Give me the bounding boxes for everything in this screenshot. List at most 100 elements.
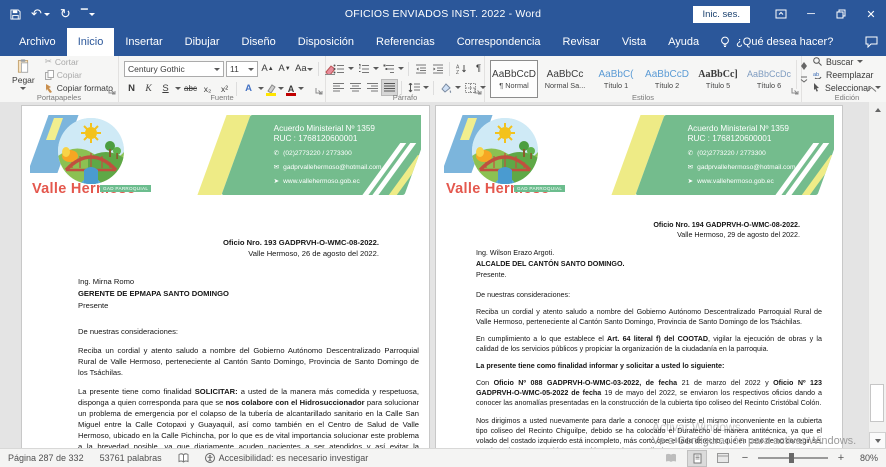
styles-dialog-launcher[interactable] [791, 82, 799, 100]
oficio-date[interactable]: Valle Hermoso, 26 de agosto del 2022. [78, 248, 379, 259]
collapse-ribbon-button[interactable] [866, 80, 877, 98]
tab-disposicion[interactable]: Disposición [287, 28, 365, 56]
chevron-down-icon [248, 68, 254, 71]
scroll-down-arrow[interactable] [869, 432, 886, 449]
read-mode-button[interactable] [662, 451, 680, 466]
font-size-combobox[interactable]: 11 [226, 61, 258, 77]
print-layout-button[interactable] [688, 451, 706, 466]
close-button[interactable]: ✕ [856, 0, 886, 28]
scroll-up-arrow[interactable] [869, 102, 886, 117]
tab-insertar[interactable]: Insertar [114, 28, 173, 56]
addressee-title[interactable]: GERENTE DE EPMAPA SANTO DOMINGO [78, 288, 419, 300]
tab-referencias[interactable]: Referencias [365, 28, 446, 56]
save-icon[interactable] [10, 9, 21, 20]
paragraph[interactable]: Con Oficio Nº 088 GADPRVH-O-WMC-03-2022,… [476, 378, 822, 408]
zoom-level[interactable]: 80% [854, 453, 878, 463]
title-bar: ↶ ↻ ▔ OFICIOS ENVIADOS INST. 2022 - Word… [0, 0, 886, 28]
increase-indent-button[interactable] [430, 61, 445, 76]
grow-font-button[interactable]: A▲ [260, 62, 275, 77]
addressee-title[interactable]: ALCALDE DEL CANTÓN SANTO DOMINGO. [476, 259, 822, 270]
accessibility-status[interactable]: Accesibilidad: es necesario investigar [205, 453, 369, 463]
customize-qat-button[interactable]: ▔ [81, 9, 95, 20]
tab-vista[interactable]: Vista [611, 28, 657, 56]
paragraph-dialog-launcher[interactable] [474, 82, 482, 100]
page-count[interactable]: Página 287 de 332 [8, 453, 84, 463]
paragraph[interactable]: En cumplimiento a lo que establece el Ar… [476, 334, 822, 354]
find-button[interactable]: Buscar [813, 57, 881, 67]
web-layout-button[interactable] [714, 451, 732, 466]
cursor-icon [813, 83, 821, 92]
sort-button[interactable]: AZ [454, 61, 469, 76]
restore-button[interactable] [826, 0, 856, 28]
redo-button[interactable]: ↻ [60, 6, 71, 22]
share-comment-icon[interactable] [865, 28, 878, 56]
letter-body[interactable]: Oficio Nro. 194 GADPRVH-O-WMC-08-2022. V… [476, 220, 822, 449]
oficio-date[interactable]: Valle Hermoso, 29 de agosto del 2022. [476, 230, 800, 240]
tab-ayuda[interactable]: Ayuda [657, 28, 710, 56]
tab-correspondencia[interactable]: Correspondencia [446, 28, 552, 56]
proofing-icon[interactable] [178, 453, 189, 463]
underline-dropdown-icon[interactable] [175, 87, 181, 90]
change-case-button[interactable]: Aa [294, 62, 314, 77]
zoom-in-button[interactable]: + [836, 452, 846, 464]
addressee-name[interactable]: Ing. Mirna Romo [78, 276, 419, 288]
undo-dropdown-icon[interactable] [44, 13, 50, 16]
replace-button[interactable]: ab Reemplazar [813, 70, 881, 80]
page-287[interactable]: Valle Hermoso GAD PARROQUIAL Acuerdo Min… [22, 106, 429, 449]
brand-subtitle: GAD PARROQUIAL [514, 185, 565, 192]
undo-button[interactable]: ↶ [31, 6, 50, 22]
paragraph[interactable]: Reciba un cordial y atento saludo a nomb… [78, 345, 419, 378]
sign-in-button[interactable]: Inic. ses. [693, 6, 751, 23]
paste-dropdown-icon[interactable] [20, 87, 26, 90]
paragraph[interactable]: La presente tiene como finalidad SOLICIT… [78, 386, 419, 449]
numbering-button[interactable] [356, 61, 371, 76]
tell-me-search[interactable]: ¿Qué desea hacer? [710, 28, 843, 56]
addressee-name[interactable]: Ing. Wilson Erazo Argoti. [476, 248, 822, 259]
paragraph[interactable]: Nos dirigimos a usted nuevamente para da… [476, 416, 822, 449]
text-effects-dropdown-icon[interactable] [258, 87, 264, 90]
vertical-scrollbar[interactable] [868, 102, 886, 449]
scissors-icon: ✂ [45, 56, 52, 67]
highlighter-icon [266, 84, 276, 93]
scrollbar-thumb[interactable] [870, 384, 884, 422]
minimize-button[interactable]: ─ [796, 0, 826, 28]
addressee-presente[interactable]: Presente. [476, 270, 822, 281]
zoom-out-button[interactable]: − [740, 452, 750, 464]
salutation[interactable]: De nuestras consideraciones: [476, 290, 822, 300]
letter-body[interactable]: Oficio Nro. 193 GADPRVH-O-WMC-08-2022. V… [78, 237, 419, 449]
font-dialog-launcher[interactable] [315, 82, 323, 100]
clipboard-dialog-launcher[interactable] [108, 82, 116, 100]
font-color-dropdown-icon[interactable] [298, 87, 304, 90]
page-288[interactable]: Valle Hermoso GAD PARROQUIAL Acuerdo Min… [436, 106, 842, 449]
paste-button[interactable]: Pegar [5, 59, 42, 90]
tab-dibujar[interactable]: Dibujar [174, 28, 231, 56]
tab-revisar[interactable]: Revisar [552, 28, 611, 56]
cut-button[interactable]: ✂Cortar [45, 57, 113, 67]
bullets-button[interactable] [331, 61, 346, 76]
salutation[interactable]: De nuestras consideraciones: [78, 326, 419, 337]
zoom-slider[interactable] [758, 457, 828, 459]
show-marks-button[interactable]: ¶ [471, 61, 486, 76]
paragraph[interactable]: La presente tiene como finalidad informa… [476, 361, 822, 371]
addressee-presente[interactable]: Presente [78, 300, 419, 312]
ribbon-tabs: Archivo Inicio Insertar Dibujar Diseño D… [0, 28, 886, 56]
zoom-slider-thumb[interactable] [789, 453, 794, 463]
tab-archivo[interactable]: Archivo [8, 28, 67, 56]
word-count[interactable]: 53761 palabras [100, 453, 162, 463]
tab-diseno[interactable]: Diseño [231, 28, 287, 56]
format-painter-button[interactable]: Copiar formato [45, 83, 113, 93]
ribbon-display-options-button[interactable] [766, 0, 796, 28]
shrink-font-button[interactable]: A▼ [277, 62, 292, 77]
chevron-down-icon [214, 68, 220, 71]
font-family-combobox[interactable]: Century Gothic [124, 61, 224, 77]
letterhead-banner: Valle Hermoso GAD PARROQUIAL Acuerdo Min… [444, 115, 834, 207]
highlight-dropdown-icon[interactable] [278, 87, 284, 90]
oficio-number[interactable]: Oficio Nro. 193 GADPRVH-O-WMC-08-2022. [78, 237, 379, 248]
oficio-number[interactable]: Oficio Nro. 194 GADPRVH-O-WMC-08-2022. [476, 220, 800, 230]
gad-valle-hermoso-logo [472, 118, 538, 184]
tab-inicio[interactable]: Inicio [67, 28, 115, 56]
copy-button[interactable]: Copiar [45, 70, 113, 80]
paragraph[interactable]: Reciba un cordial y atento saludo a nomb… [476, 307, 822, 327]
multilevel-list-button[interactable] [381, 61, 396, 76]
decrease-indent-button[interactable] [413, 61, 428, 76]
